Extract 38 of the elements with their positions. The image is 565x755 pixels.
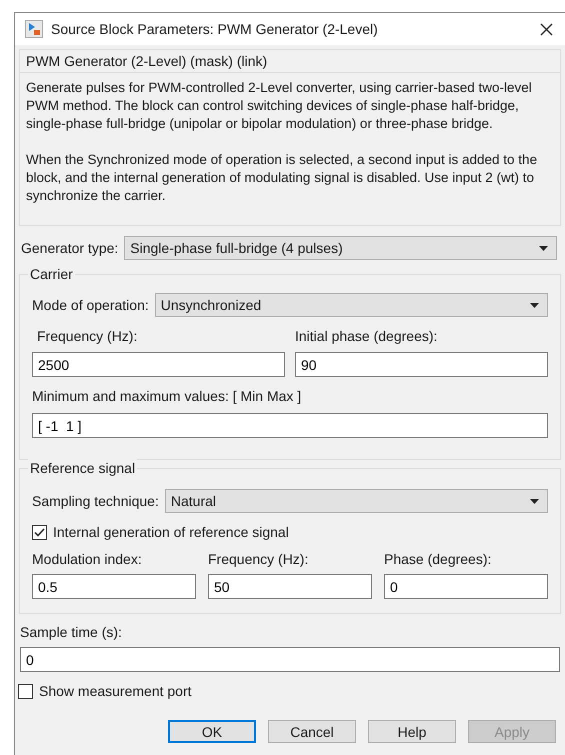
field-label: Sample time (s): <box>20 623 123 642</box>
checkbox-label: Show measurement port <box>39 682 192 701</box>
input-field[interactable]: 0 <box>20 647 560 672</box>
dialog-button[interactable]: Help <box>368 720 456 743</box>
input-field[interactable]: 0.5 <box>32 574 196 599</box>
description-text: Generate pulses for PWM-controlled 2-Level converter, using carrier-based two-level PWM method. The block can control switching devices of single-phase half-bridge, single-phase full-bridge (unipolar or bipolar modulation) or three-phase bridge. <box>26 79 533 133</box>
checkbox[interactable] <box>18 684 33 699</box>
input-field[interactable]: 50 <box>208 574 372 599</box>
block-icon <box>25 20 43 38</box>
field-label: Phase (degrees): <box>384 550 492 569</box>
input-field[interactable]: 2500 <box>32 352 285 377</box>
field-label: Sampling technique: <box>32 492 159 511</box>
dialog-button[interactable]: OK <box>168 720 256 743</box>
caret-icon <box>530 302 539 308</box>
field-label: Frequency (Hz): <box>208 550 310 569</box>
field-label: Initial phase (degrees): <box>295 327 438 346</box>
description-text: When the Synchronized mode of operation is selected, a second input is added to the block, and the internal generation of modulating signal is disabled. Use input 2 (wt) to synchronize the carrier. <box>26 151 538 205</box>
checkbox-label: Internal generation of reference signal <box>53 523 289 542</box>
field-label: Modulation index: <box>32 550 143 569</box>
input-field[interactable]: 0 <box>384 574 548 599</box>
mask-title: PWM Generator (2-Level) (mask) (link) <box>20 50 560 73</box>
window-title: Source Block Parameters: PWM Generator (2-Level) <box>51 20 379 39</box>
dropdown[interactable]: Natural <box>164 489 548 513</box>
input-field[interactable]: 90 <box>295 352 548 377</box>
caret-icon <box>530 498 539 504</box>
dialog-button[interactable]: Cancel <box>268 720 356 743</box>
input-field[interactable]: [ -1 1 ] <box>32 413 548 438</box>
field-label: Minimum and maximum values: [ Min Max ] <box>32 387 302 406</box>
close-icon[interactable] <box>540 22 553 36</box>
group-title: Reference signal <box>28 459 138 477</box>
field-label: Frequency (Hz): <box>36 327 138 346</box>
caret-icon <box>539 246 548 250</box>
field-label: Mode of operation: <box>32 296 149 315</box>
dropdown[interactable]: Unsynchronized <box>154 293 548 317</box>
checkbox[interactable] <box>32 525 47 540</box>
dropdown[interactable]: Single-phase full-bridge (4 pulses) <box>124 236 557 260</box>
field-label: Generator type: <box>21 238 118 258</box>
checkmark-icon <box>34 528 45 537</box>
